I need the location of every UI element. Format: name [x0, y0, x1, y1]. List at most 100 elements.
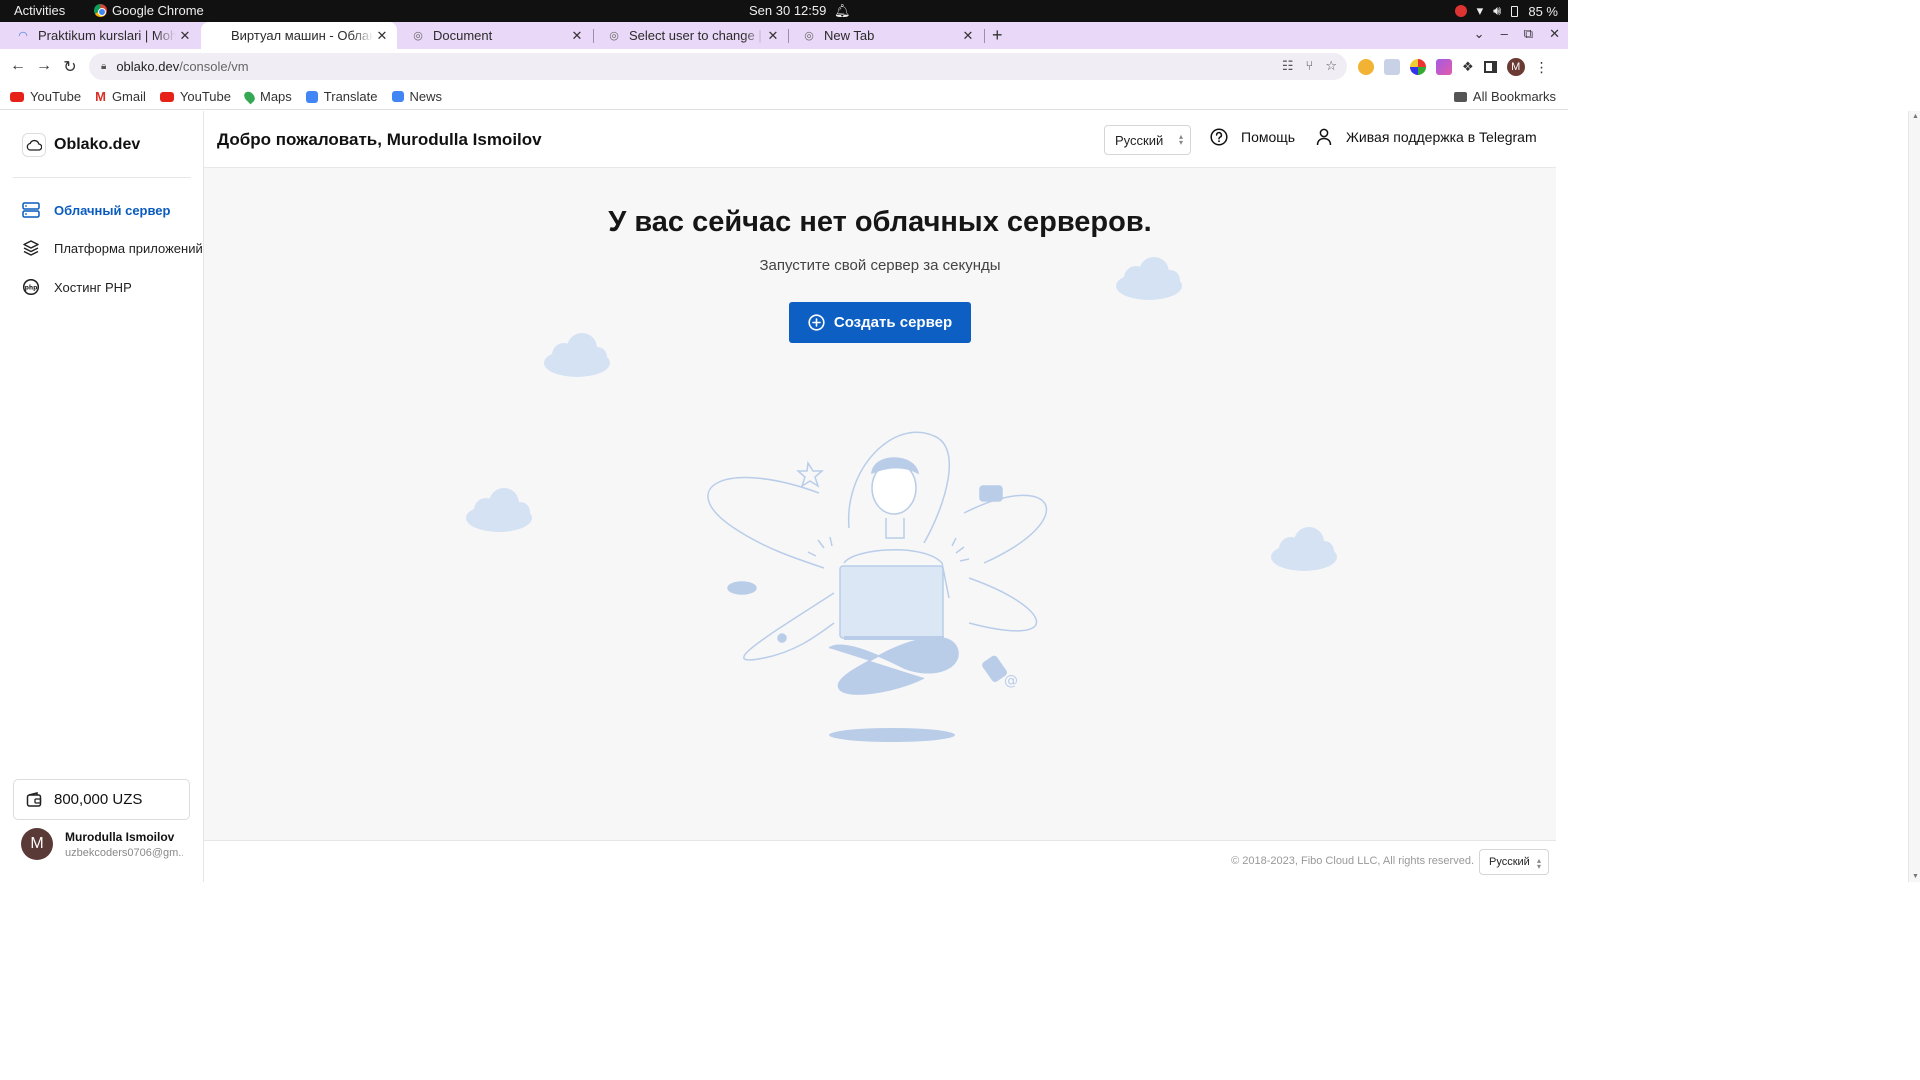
bookmark-label: YouTube [30, 89, 82, 104]
logo-text: Oblako.dev [54, 136, 141, 153]
side-panel-icon[interactable] [1483, 61, 1497, 73]
extension-gradient-icon[interactable] [1436, 59, 1452, 75]
news-icon [391, 91, 404, 102]
youtube-icon [10, 91, 24, 102]
extension-sun-icon[interactable] [1358, 59, 1374, 75]
avatar: M [21, 828, 53, 860]
system-tray[interactable]: ▾ 🔊︎ 85 % [1454, 3, 1558, 19]
balance-card[interactable]: 800,000 UZS [13, 779, 190, 820]
minimize-icon[interactable]: – [1501, 26, 1508, 42]
language-value: Русский [1115, 133, 1164, 148]
php-icon: php [22, 279, 40, 295]
empty-state-subtitle: Запустите свой сервер за секунды [759, 257, 1001, 274]
close-icon[interactable]: ✕ [959, 28, 977, 44]
close-icon[interactable]: ✕ [568, 28, 586, 44]
globe-icon: ◎ [609, 30, 619, 42]
sidebar-item-app-platform[interactable]: Платформа приложений [22, 240, 203, 256]
tab-document[interactable]: ◎ Document ✕ [397, 22, 592, 49]
tab-praktikum[interactable]: ◠ Praktikum kurslari | Mohirdev ✕ [2, 22, 200, 49]
sidebar-item-label: Платформа приложений [54, 240, 203, 256]
bookmark-news[interactable]: News [391, 89, 443, 104]
folder-icon [1453, 91, 1467, 102]
app-menu[interactable]: Google Chrome [94, 3, 204, 18]
close-icon[interactable]: ✕ [373, 28, 391, 44]
help-link[interactable]: Помощь [1210, 128, 1295, 146]
close-icon[interactable]: ✕ [764, 28, 782, 44]
user-name: Murodulla Ismoilov [65, 829, 175, 844]
bookmark-label: News [409, 89, 443, 104]
bookmark-label: Translate [323, 89, 378, 104]
forward-arrow-icon[interactable]: → [34, 57, 54, 75]
all-bookmarks-button[interactable]: All Bookmarks [1453, 89, 1556, 104]
help-circle-icon [1210, 128, 1228, 146]
tab-oblako[interactable]: Виртуал машин - Облако ✕ [201, 22, 397, 49]
bookmark-youtube-2[interactable]: YouTube [159, 89, 231, 104]
extension-color-icon[interactable] [1410, 59, 1426, 75]
wifi-icon: ▾ [1476, 3, 1484, 18]
logo[interactable]: Oblako.dev [22, 133, 140, 157]
activities-button[interactable]: Activities [14, 3, 65, 18]
sidebar-item-cloud-server[interactable]: Облачный сервер [22, 202, 170, 218]
scroll-down-arrow-icon[interactable]: ▼ [1912, 873, 1919, 880]
select-arrows-icon: ▴ ▾ [1536, 856, 1541, 871]
telegram-support-link[interactable]: Живая поддержка в Telegram [1316, 128, 1537, 146]
chrome-icon: ◎ [804, 30, 814, 42]
bookmark-star-icon[interactable]: ☆ [1325, 58, 1337, 74]
profile-avatar[interactable]: M [1506, 58, 1525, 76]
mohirdev-icon: ◠ [18, 30, 28, 42]
server-icon [22, 202, 40, 218]
volume-icon: 🔊︎ [1493, 3, 1502, 18]
plus-circle-icon [808, 314, 825, 331]
tab-django[interactable]: ◎ Select user to change | Django ✕ [593, 22, 788, 49]
scroll-up-arrow-icon[interactable]: ▲ [1912, 113, 1919, 120]
user-profile[interactable]: M Murodulla Ismoilov uzbekcoders0706@gm.… [21, 828, 183, 860]
page-footer: © 2018-2023, Fibo Cloud LLC, All rights … [204, 840, 1556, 882]
extensions-puzzle-icon[interactable]: ❖ [1462, 59, 1474, 75]
back-arrow-icon[interactable]: ← [8, 57, 28, 75]
tab-strip: ◠ Praktikum kurslari | Mohirdev ✕ Виртуа… [0, 22, 1568, 49]
bookmark-gmail[interactable]: M Gmail [95, 89, 146, 104]
create-server-button[interactable]: Создать сервер [789, 302, 971, 343]
new-tab-button[interactable]: + [992, 25, 1003, 46]
tab-title: Document [433, 28, 493, 43]
lock-icon: 🔒︎ [101, 61, 107, 72]
close-window-icon[interactable]: ✕ [1549, 26, 1560, 42]
tab-search-icon[interactable]: ⌄ [1474, 26, 1485, 42]
tab-title: Praktikum kurslari | Mohirdev [38, 28, 176, 43]
select-arrows-icon: ▴ ▾ [1178, 132, 1183, 147]
bookmark-youtube[interactable]: YouTube [10, 89, 81, 104]
bookmark-maps[interactable]: Maps [242, 89, 292, 104]
globe-icon: ◎ [413, 30, 423, 42]
tab-title: Виртуал машин - Облако [231, 28, 373, 43]
footer-language-select[interactable]: Русский ▴ ▾ [1479, 849, 1549, 875]
layers-icon [23, 240, 39, 256]
page-scrollbar[interactable]: ▲ ▼ [1908, 111, 1920, 882]
battery-icon [1511, 5, 1519, 17]
sidebar-item-php-hosting[interactable]: php Хостинг PHP [22, 279, 132, 295]
address-bar[interactable]: 🔒︎ oblako.dev/console/vm ☷ ⑂ ☆ [89, 53, 1347, 80]
language-select[interactable]: Русский ▴ ▾ [1104, 125, 1191, 155]
reload-icon[interactable]: ↻ [60, 57, 80, 77]
divider [13, 177, 191, 178]
gmail-icon: M [95, 89, 106, 104]
share-icon[interactable]: ⑂ [1306, 58, 1314, 74]
language-value: Русский [1489, 856, 1530, 868]
restore-icon[interactable]: ⧉ [1524, 26, 1533, 42]
menu-kebab-icon[interactable]: ⋮ [1535, 59, 1549, 76]
web-page: Oblako.dev Облачный сервер Платформа при… [0, 111, 1556, 882]
app-name: Google Chrome [112, 3, 204, 18]
clock[interactable]: Sen 30 12:59 [749, 3, 826, 18]
close-icon[interactable]: ✕ [176, 28, 194, 44]
bookmark-translate[interactable]: Translate [305, 89, 378, 104]
extension-shield-icon[interactable] [1384, 59, 1400, 75]
bookmark-label: Maps [259, 89, 292, 104]
tab-new[interactable]: ◎ New Tab ✕ [788, 22, 983, 49]
main-content: @ У вас сейчас нет облачных серверов. За… [204, 168, 1556, 840]
user-email: uzbekcoders0706@gm... [65, 846, 183, 859]
balance-amount: 800,000 UZS [54, 791, 143, 808]
window-controls: ⌄ – ⧉ ✕ [1474, 26, 1560, 42]
copyright-text: © 2018-2023, Fibo Cloud LLC, All rights … [1231, 855, 1474, 867]
maps-icon [242, 89, 257, 104]
youtube-icon [159, 91, 174, 102]
translate-page-icon[interactable]: ☷ [1282, 58, 1294, 74]
